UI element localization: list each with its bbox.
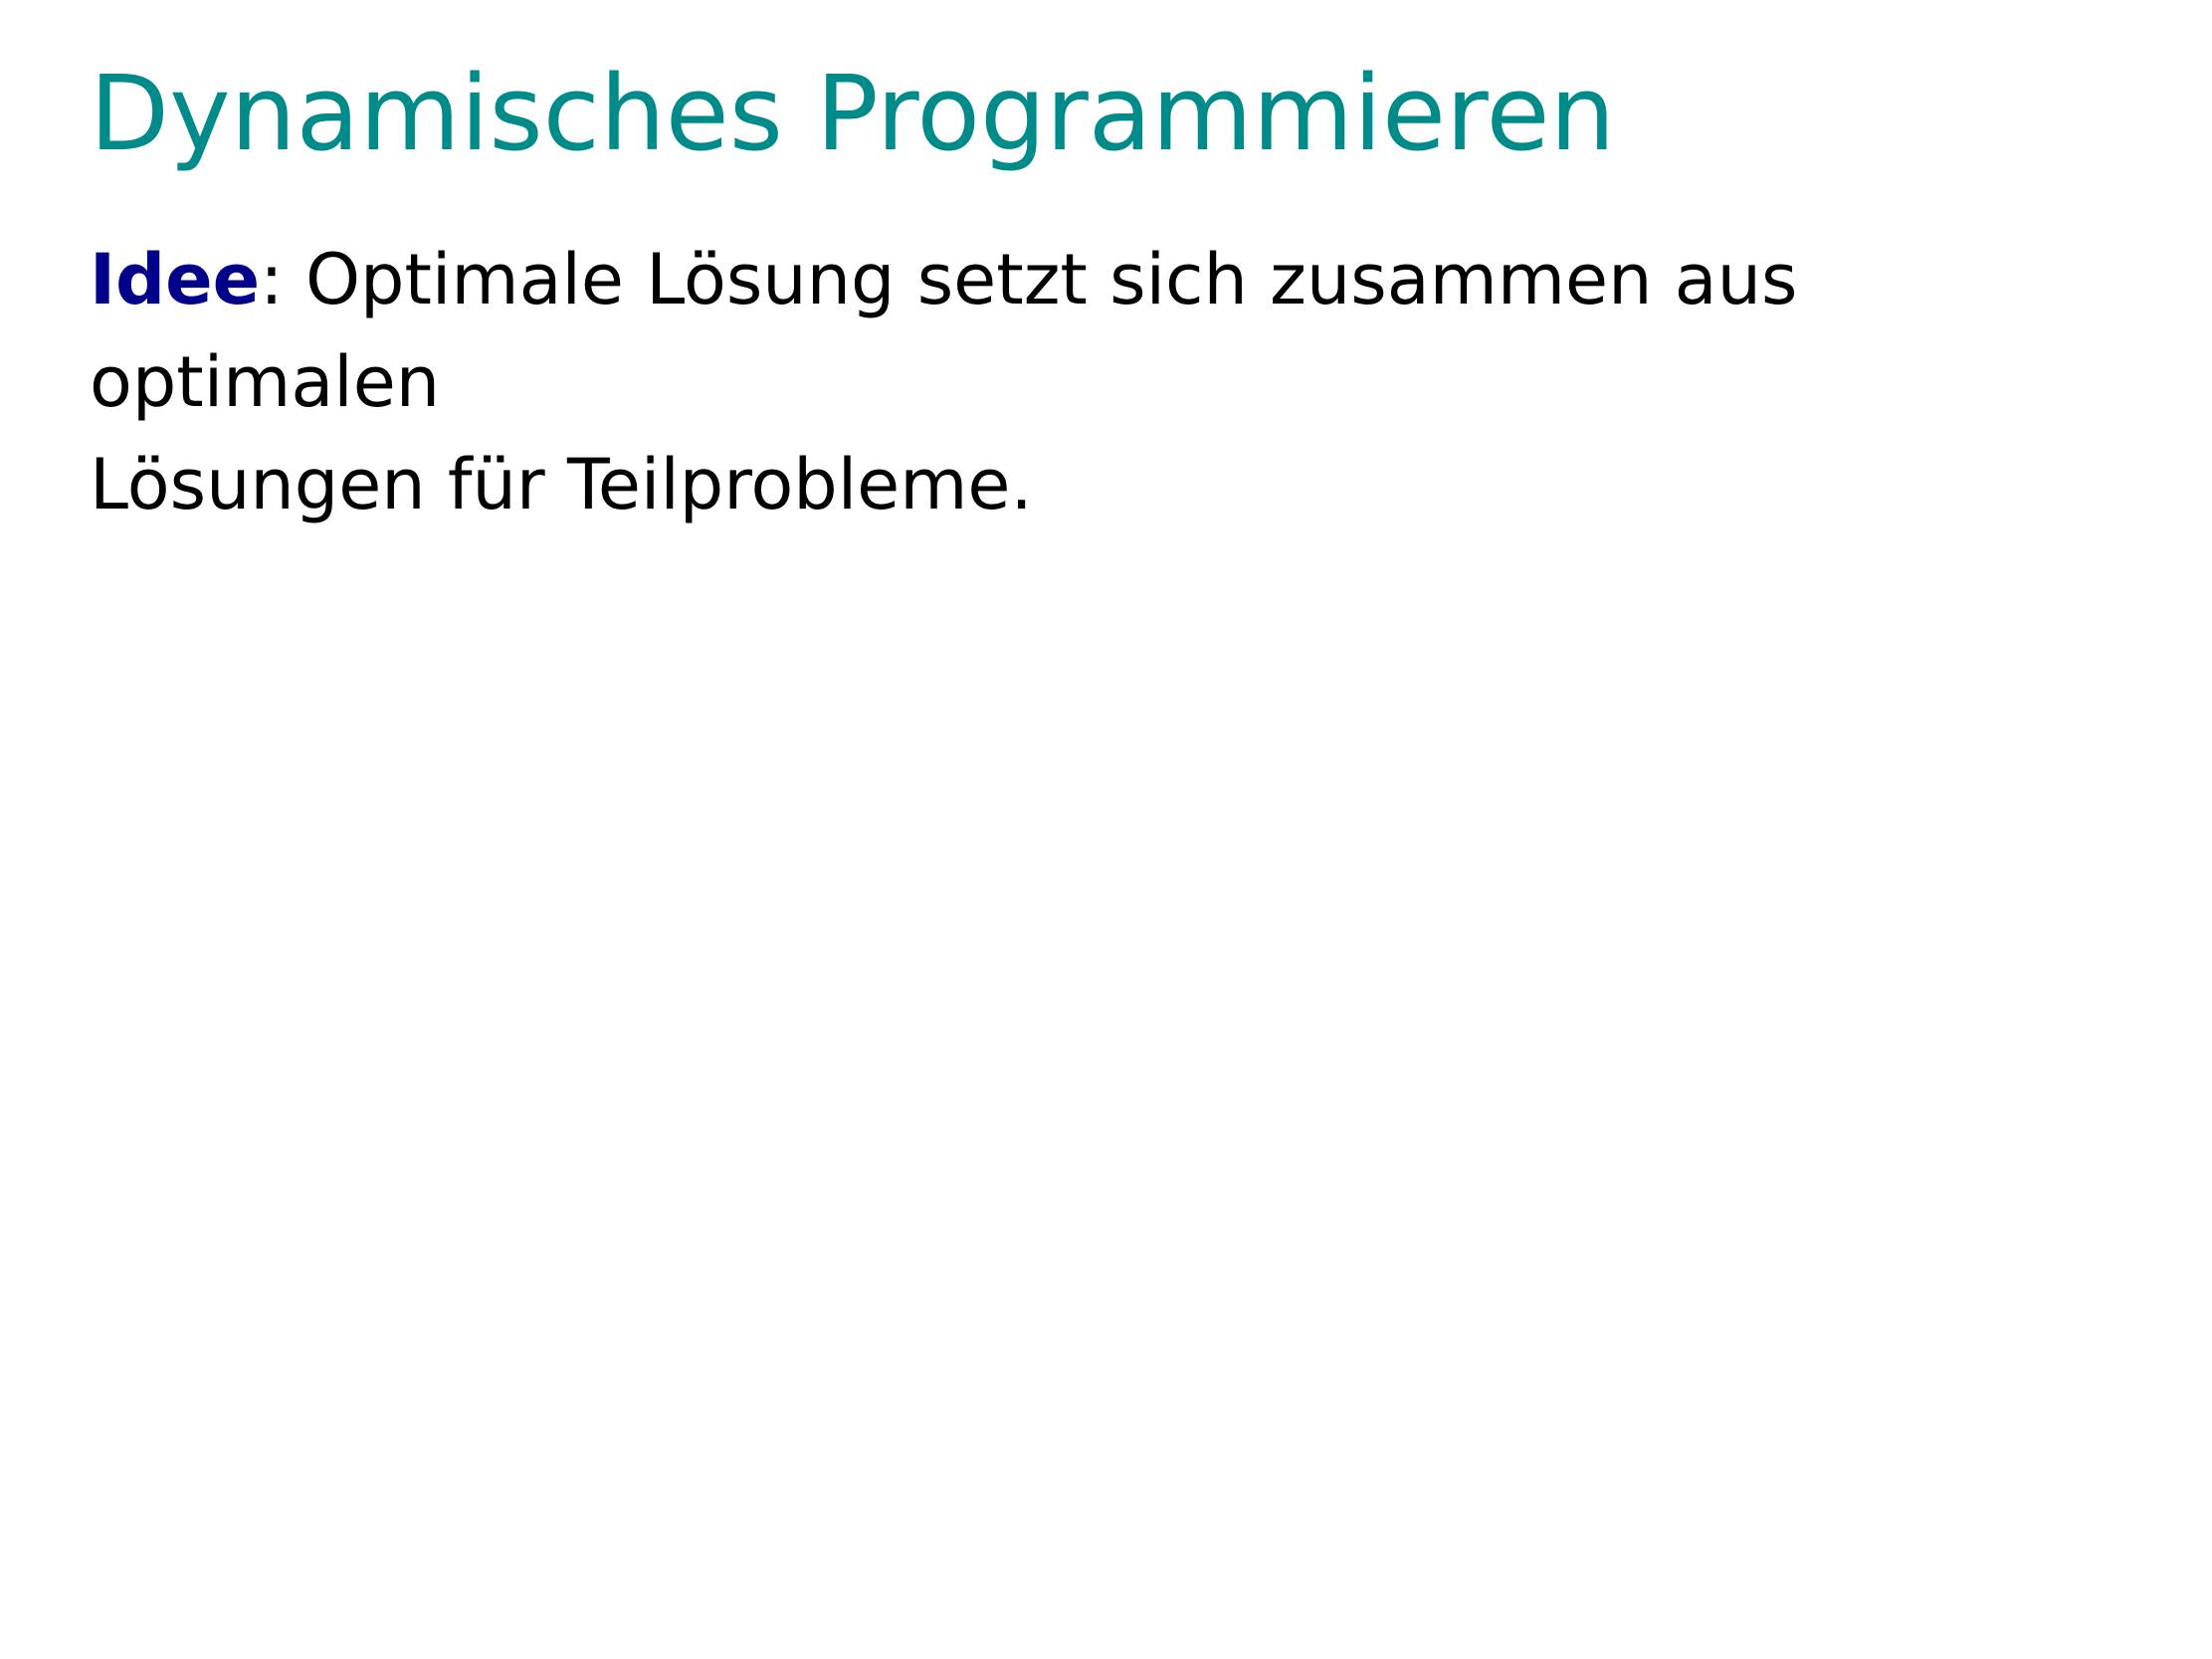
idea-text-line-1: Optimale Lösung setzt sich zusammen aus … [90,239,1798,423]
idea-term: Idee [90,239,261,320]
slide-title: Dynamisches Programmieren [90,53,1616,174]
idea-paragraph: Idee: Optimale Lösung setzt sich zusamme… [90,229,2129,536]
idea-text-line-2: Lösungen für Teilprobleme. [90,444,1033,525]
slide: Dynamisches Programmieren Idee: Optimale… [0,0,2212,1659]
idea-separator: : [260,239,284,320]
